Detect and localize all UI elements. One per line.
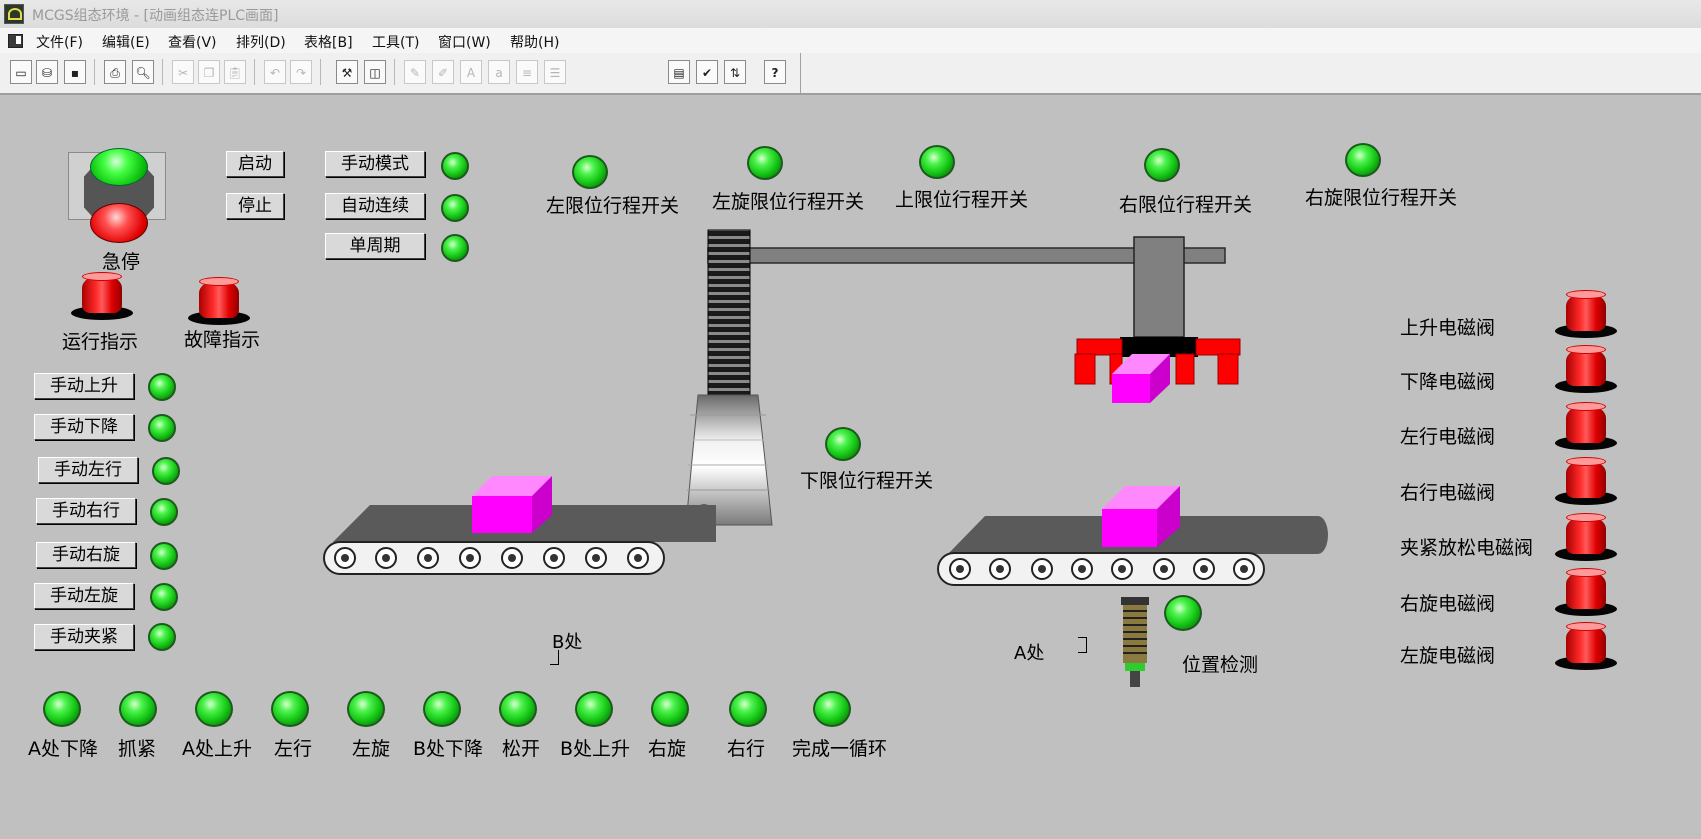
print-preview-icon[interactable]: 🔍︎ — [132, 60, 154, 84]
gripper-right-finger — [1175, 353, 1195, 385]
position-sensor-label: 位置检测 — [1182, 654, 1259, 676]
vertical-column — [707, 229, 751, 398]
menu-help[interactable]: 帮助(H) — [510, 32, 559, 52]
menu-edit[interactable]: 编辑(E) — [102, 32, 150, 52]
tools-icon[interactable]: ⚒ — [336, 60, 358, 84]
position-sensor-icon — [1121, 597, 1149, 687]
toolbar: ▭ ⛁ ▪ ⎙ 🔍︎ ✂ ❐ 📋︎ ↶ ↷ ⚒ ◫ ✎ ✐ A a ≡ ☰ ▤ … — [0, 53, 1701, 95]
copy-icon[interactable]: ❐ — [198, 60, 220, 84]
seq-b-up-label: B处上升 — [560, 738, 631, 760]
seq-b-down-label: B处下降 — [413, 738, 484, 760]
print-icon[interactable]: ⎙ — [104, 60, 126, 84]
conveyor-a-belt — [937, 552, 1265, 586]
seq-release-lamp — [499, 691, 537, 727]
seq-a-up-label: A处上升 — [182, 738, 252, 760]
held-workpiece — [1112, 374, 1150, 403]
seq-left-lamp — [271, 691, 309, 727]
workpiece-b — [472, 496, 532, 533]
sort-icon[interactable]: ⇅ — [724, 60, 746, 84]
font-icon[interactable]: a — [488, 60, 510, 84]
menu-file[interactable]: 文件(F) — [36, 32, 83, 52]
valve-rotate-left-beacon — [1555, 618, 1617, 670]
align-icon[interactable]: ≡ — [516, 60, 538, 84]
valve-clamp-beacon — [1555, 509, 1617, 561]
station-a-label: A处 — [1014, 643, 1045, 664]
valve-rotate-right-beacon — [1555, 564, 1617, 616]
seq-right-lamp — [729, 691, 767, 727]
help-icon[interactable]: ? — [764, 60, 786, 84]
gripper-column — [1133, 236, 1185, 338]
valve-right-beacon — [1555, 453, 1617, 505]
seq-left-label: 左行 — [274, 738, 313, 760]
station-a-marker — [1078, 637, 1087, 653]
gripper-right-jaw — [1217, 353, 1239, 385]
redo-icon[interactable]: ↷ — [290, 60, 312, 84]
draw-tool-icon[interactable]: ✎ — [404, 60, 426, 84]
gripper-left-jaw — [1074, 353, 1096, 385]
position-sensor-lamp — [1164, 595, 1202, 631]
window-layout-icon[interactable]: ◫ — [364, 60, 386, 84]
valve-rotate-right-label: 右旋电磁阀 — [1400, 593, 1496, 615]
window-title: MCGS组态环境 - [动画组态连PLC画面] — [32, 8, 279, 24]
cut-icon[interactable]: ✂ — [172, 60, 194, 84]
properties-icon[interactable]: ▤ — [668, 60, 690, 84]
gripper-left-arm — [1076, 338, 1123, 356]
seq-rotate-left-lamp — [347, 691, 385, 727]
gripper-right-arm — [1195, 338, 1241, 356]
title-bar: MCGS组态环境 - [动画组态连PLC画面] — [0, 0, 1701, 29]
menu-bar: 文件(F) 编辑(E) 查看(V) 排列(D) 表格[B] 工具(T) 窗口(W… — [0, 28, 1701, 53]
valve-up-beacon — [1555, 286, 1617, 338]
menu-arrange[interactable]: 排列(D) — [236, 32, 286, 52]
save-icon[interactable]: ▪ — [64, 60, 86, 84]
seq-cycle-complete-label: 完成一循环 — [792, 738, 888, 760]
seq-right-label: 右行 — [727, 738, 766, 760]
seq-rotate-right-lamp — [651, 691, 689, 727]
valve-rotate-left-label: 左旋电磁阀 — [1400, 645, 1496, 667]
database-icon[interactable]: ⛁ — [36, 60, 58, 84]
valve-left-beacon — [1555, 398, 1617, 450]
text-tool-icon[interactable]: A — [460, 60, 482, 84]
seq-a-down-label: A处下降 — [28, 738, 98, 760]
seq-release-label: 松开 — [502, 738, 541, 760]
seq-rotate-right-label: 右旋 — [648, 738, 687, 760]
valve-down-beacon — [1555, 341, 1617, 393]
paste-icon[interactable]: 📋︎ — [224, 60, 246, 84]
valve-down-label: 下降电磁阀 — [1400, 371, 1496, 393]
valve-clamp-label: 夹紧放松电磁阀 — [1400, 537, 1534, 559]
edit-tool-icon[interactable]: ✐ — [432, 60, 454, 84]
undo-icon[interactable]: ↶ — [264, 60, 286, 84]
manipulator-drawing — [323, 229, 1328, 687]
hmi-canvas: 急停 启动 停止 手动模式 自动连续 单周期 运行指示 故障指示 手动上升 手动… — [0, 95, 1701, 839]
document-icon[interactable] — [8, 34, 23, 48]
valve-up-label: 上升电磁阀 — [1400, 317, 1496, 339]
app-icon — [4, 4, 24, 24]
seq-grip-lamp — [119, 691, 157, 727]
seq-a-down-lamp — [43, 691, 81, 727]
seq-rotate-left-label: 左旋 — [352, 738, 391, 760]
check-icon[interactable]: ✔ — [696, 60, 718, 84]
list-icon[interactable]: ☰ — [544, 60, 566, 84]
seq-b-up-lamp — [575, 691, 613, 727]
menu-tools[interactable]: 工具(T) — [372, 32, 419, 52]
seq-b-down-lamp — [423, 691, 461, 727]
seq-a-up-lamp — [195, 691, 233, 727]
workpiece-a — [1102, 509, 1157, 547]
seq-cycle-complete-lamp — [813, 691, 851, 727]
menu-window[interactable]: 窗口(W) — [438, 32, 491, 52]
seq-grip-label: 抓紧 — [118, 738, 157, 760]
station-b-marker — [550, 650, 559, 665]
valve-left-label: 左行电磁阀 — [1400, 426, 1496, 448]
menu-table[interactable]: 表格[B] — [304, 32, 353, 52]
valve-right-label: 右行电磁阀 — [1400, 482, 1496, 504]
menu-view[interactable]: 查看(V) — [168, 32, 217, 52]
new-window-icon[interactable]: ▭ — [10, 60, 32, 84]
